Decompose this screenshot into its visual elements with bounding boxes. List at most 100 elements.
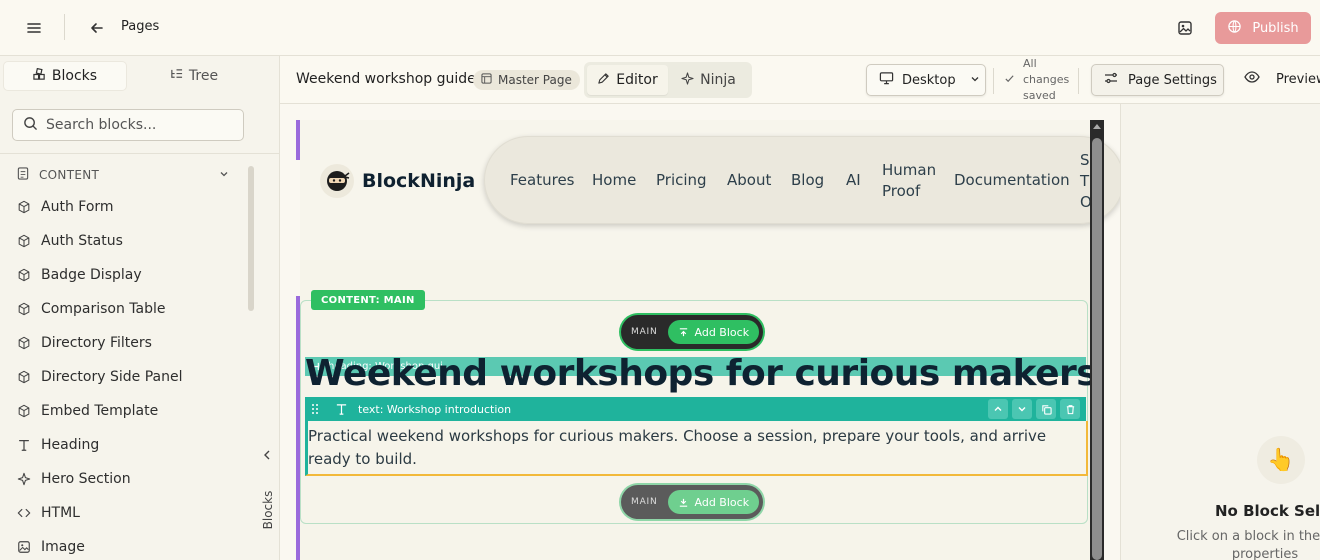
- block-item[interactable]: Comparison Table: [17, 292, 247, 326]
- device-select[interactable]: Desktop: [866, 64, 986, 96]
- drag-handle-icon[interactable]: [311, 403, 319, 415]
- search-icon: [23, 116, 38, 135]
- mode-switch: Editor Ninja: [584, 62, 752, 98]
- publish-button[interactable]: Publish: [1215, 12, 1311, 44]
- blocks-icon: [33, 67, 46, 85]
- chevron-down-icon: [219, 168, 229, 182]
- type-icon: [336, 403, 347, 415]
- move-up-icon[interactable]: [988, 399, 1008, 419]
- block-item-label: Hero Section: [41, 471, 131, 487]
- eye-icon: [1244, 71, 1260, 87]
- sidebar-scrollbar[interactable]: [248, 166, 254, 311]
- block-item[interactable]: Badge Display: [17, 258, 247, 292]
- divider: [993, 68, 994, 94]
- site-logo[interactable]: BlockNinja: [320, 164, 475, 198]
- master-page-badge[interactable]: Master Page: [473, 70, 580, 90]
- block-item[interactable]: Directory Filters: [17, 326, 247, 360]
- tree-icon: [170, 68, 183, 85]
- nav-link[interactable]: AI: [846, 170, 861, 191]
- block-item[interactable]: HTML: [17, 496, 247, 530]
- block-item-label: Heading: [41, 437, 100, 453]
- tab-ninja[interactable]: Ninja: [668, 65, 749, 95]
- duplicate-icon[interactable]: [1036, 399, 1056, 419]
- block-item[interactable]: Auth Form: [17, 190, 247, 224]
- text-block-content[interactable]: Practical weekend workshops for curious …: [305, 421, 1088, 476]
- move-down-icon[interactable]: [1012, 399, 1032, 419]
- block-item[interactable]: Image: [17, 530, 247, 560]
- menu-icon[interactable]: [20, 14, 48, 42]
- nav-link[interactable]: Home: [592, 170, 636, 191]
- scroll-thumb[interactable]: [1092, 138, 1102, 560]
- add-block-label: Add Block: [694, 495, 750, 509]
- empty-state-title: No Block Selec: [1215, 502, 1320, 520]
- page-settings-label: Page Settings: [1128, 72, 1217, 88]
- text-block-toolbar[interactable]: text: Workshop introduction: [305, 397, 1086, 421]
- block-item[interactable]: Heading: [17, 428, 247, 462]
- tab-ninja-label: Ninja: [700, 72, 736, 88]
- collapse-blocks-rail[interactable]: Blocks: [256, 441, 278, 560]
- ninja-logo-icon: [320, 164, 354, 198]
- nav-link[interactable]: Features: [510, 170, 575, 191]
- block-item[interactable]: Directory Side Panel: [17, 360, 247, 394]
- page-settings-button[interactable]: Page Settings: [1091, 64, 1224, 96]
- nav-link[interactable]: Blog: [791, 170, 824, 191]
- properties-panel: 👆 No Block Selec Click on a block in the…: [1120, 104, 1320, 560]
- nav-link[interactable]: Documentation: [954, 170, 1070, 191]
- insert-below-icon: [679, 498, 687, 507]
- block-item[interactable]: Embed Template: [17, 394, 247, 428]
- image-icon[interactable]: [1171, 14, 1199, 42]
- nav-link[interactable]: About: [727, 170, 771, 191]
- canvas-scrollbar[interactable]: [1090, 120, 1104, 560]
- add-block-button[interactable]: Add Block: [667, 490, 760, 514]
- device-label: Desktop: [902, 72, 956, 88]
- block-item-label: Embed Template: [41, 403, 159, 419]
- search-blocks-input[interactable]: Search blocks...: [12, 109, 244, 141]
- group-label: CONTENT: [39, 168, 100, 182]
- block-item-label: Comparison Table: [41, 301, 166, 317]
- block-item-label: Auth Status: [41, 233, 123, 249]
- preview-button[interactable]: Preview: [1244, 71, 1320, 87]
- heading-block-text[interactable]: Weekend workshops for curious makers: [305, 353, 1098, 394]
- publish-label: Publish: [1252, 20, 1299, 36]
- page-title: Pages: [121, 19, 160, 34]
- delete-icon[interactable]: [1060, 399, 1080, 419]
- tab-tree-label: Tree: [188, 68, 219, 84]
- tab-editor[interactable]: Editor: [587, 65, 668, 95]
- nav-link[interactable]: Pricing: [656, 170, 707, 191]
- cube-icon: [18, 268, 30, 282]
- content-area-main[interactable]: CONTENT: MAIN MAIN Add Block heading: Wo…: [300, 290, 1098, 524]
- layout-icon: [481, 73, 492, 87]
- tab-blocks[interactable]: Blocks: [4, 62, 126, 90]
- pointing-hand-icon: 👆: [1257, 436, 1305, 484]
- check-icon: [1004, 72, 1015, 88]
- pen-icon: [597, 72, 610, 89]
- add-block-button[interactable]: Add Block: [667, 320, 760, 344]
- group-content-header[interactable]: CONTENT: [17, 165, 233, 185]
- type-icon: [19, 440, 29, 451]
- page-name: Weekend workshop guide:: [296, 71, 481, 87]
- divider: [64, 14, 65, 40]
- area-key: MAIN: [631, 497, 658, 507]
- cube-icon: [18, 234, 30, 248]
- save-status: All changes saved: [1004, 57, 1074, 103]
- blocks-rail-label: Blocks: [261, 490, 275, 530]
- text-block-label: text: Workshop introduction: [358, 402, 512, 416]
- cube-icon: [18, 404, 30, 418]
- arrow-left-icon[interactable]: [83, 14, 111, 42]
- add-block-bar-top: MAIN Add Block: [621, 315, 764, 349]
- sparkle-icon: [17, 472, 31, 486]
- preview-label: Preview: [1276, 71, 1320, 87]
- tab-tree[interactable]: Tree: [126, 62, 262, 90]
- cube-icon: [18, 370, 30, 384]
- content-area-badge: CONTENT: MAIN: [311, 290, 425, 310]
- image-icon: [18, 541, 30, 553]
- block-item[interactable]: Auth Status: [17, 224, 247, 258]
- site-header[interactable]: BlockNinja Features Home Pricing About B…: [300, 120, 1120, 260]
- search-placeholder: Search blocks...: [46, 117, 157, 133]
- nav-link[interactable]: Human Proof: [882, 160, 942, 202]
- top-bar: Pages Publish: [0, 0, 1320, 56]
- page-frame: BlockNinja Features Home Pricing About B…: [300, 120, 1120, 560]
- scroll-up-icon[interactable]: [1093, 124, 1101, 129]
- block-actions: [988, 399, 1080, 419]
- block-item[interactable]: Hero Section: [17, 462, 247, 496]
